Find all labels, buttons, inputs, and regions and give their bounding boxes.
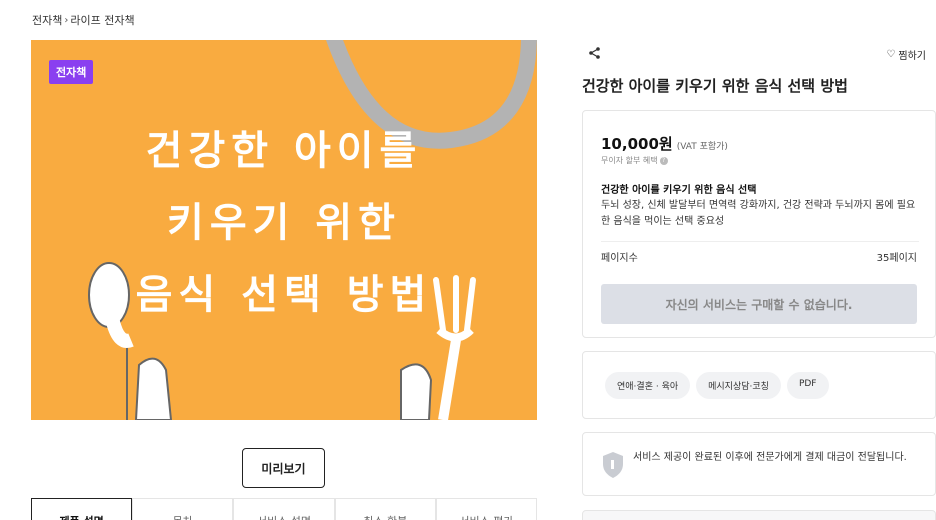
tab-reviews[interactable]: 서비스 평가 [435, 498, 538, 520]
tab-contents[interactable]: 목차 [132, 498, 234, 520]
tag-card: 연애·결혼 · 육아 메시지상담·코칭 PDF [582, 351, 936, 419]
pages-label: 페이지수 [601, 253, 638, 264]
wishlist-button[interactable]: ♡ 찜하기 [886, 47, 926, 62]
purchase-button[interactable]: 자신의 서비스는 구매할 수 없습니다. [601, 284, 917, 324]
tab-description[interactable]: 제품 설명 [31, 498, 133, 520]
cover-title-line-3: 음식 선택 방법 [135, 271, 433, 318]
price: 10,000원 [601, 135, 673, 153]
cover-image: 전자책 건강한 아이를 키우기 위한 음식 선택 방법 [31, 40, 537, 420]
tag-item[interactable]: 연애·결혼 · 육아 [605, 372, 691, 399]
price-row: 10,000원 (VAT 포함가) [601, 133, 728, 154]
pages-value: 35페이지 [876, 253, 917, 264]
description-title: 건강한 아이를 키우기 위한 음식 선택 [601, 185, 757, 196]
product-title: 건강한 아이를 키우기 위한 음식 선택 방법 [582, 77, 848, 95]
heart-icon: ♡ [886, 49, 896, 60]
installment-label: 무이자 할부 혜택 [601, 156, 658, 165]
description-body: 두뇌 성장, 신체 발달부터 면역력 강화까지, 건강 전략과 두뇌까지 몸에 … [601, 200, 916, 227]
breadcrumb-root[interactable]: 전자책 [32, 12, 62, 28]
info-icon[interactable]: ? [659, 156, 668, 165]
tag-item[interactable]: PDF [786, 372, 829, 399]
divider [601, 241, 919, 242]
installment-info[interactable]: 무이자 할부 혜택 ? [601, 155, 668, 166]
share-icon[interactable] [588, 46, 602, 60]
tab-refund[interactable]: 취소·환불 [334, 498, 436, 520]
wishlist-label: 찜하기 [898, 51, 926, 62]
shield-icon [603, 452, 623, 478]
price-card: 10,000원 (VAT 포함가) 무이자 할부 혜택 ? 건강한 아이를 키우… [582, 110, 936, 338]
tab-service-info[interactable]: 서비스 설명 [233, 498, 335, 520]
cover-title-line-2: 키우기 위한 [167, 199, 401, 246]
ebook-badge: 전자책 [49, 60, 94, 84]
breadcrumb-separator: › [64, 14, 69, 26]
detail-tabs: 제품 설명 목차 서비스 설명 취소·환불 서비스 평가 [31, 498, 538, 520]
payment-notice-card: 서비스 제공이 완료된 이후에 전문가에게 결제 대금이 전달됩니다. [582, 432, 936, 496]
next-section-card [582, 510, 936, 520]
payment-notice-text: 서비스 제공이 완료된 이후에 전문가에게 결제 대금이 전달됩니다. [633, 452, 907, 463]
cover-title-line-1: 건강한 아이를 [145, 127, 423, 174]
breadcrumb-current[interactable]: 라이프 전자책 [70, 12, 134, 28]
preview-button[interactable]: 미리보기 [242, 448, 325, 488]
breadcrumb: 전자책 › 라이프 전자책 [32, 12, 135, 28]
tag-list: 연애·결혼 · 육아 메시지상담·코칭 PDF [605, 372, 829, 399]
vat-note: (VAT 포함가) [676, 142, 728, 152]
tag-item[interactable]: 메시지상담·코칭 [696, 372, 781, 399]
